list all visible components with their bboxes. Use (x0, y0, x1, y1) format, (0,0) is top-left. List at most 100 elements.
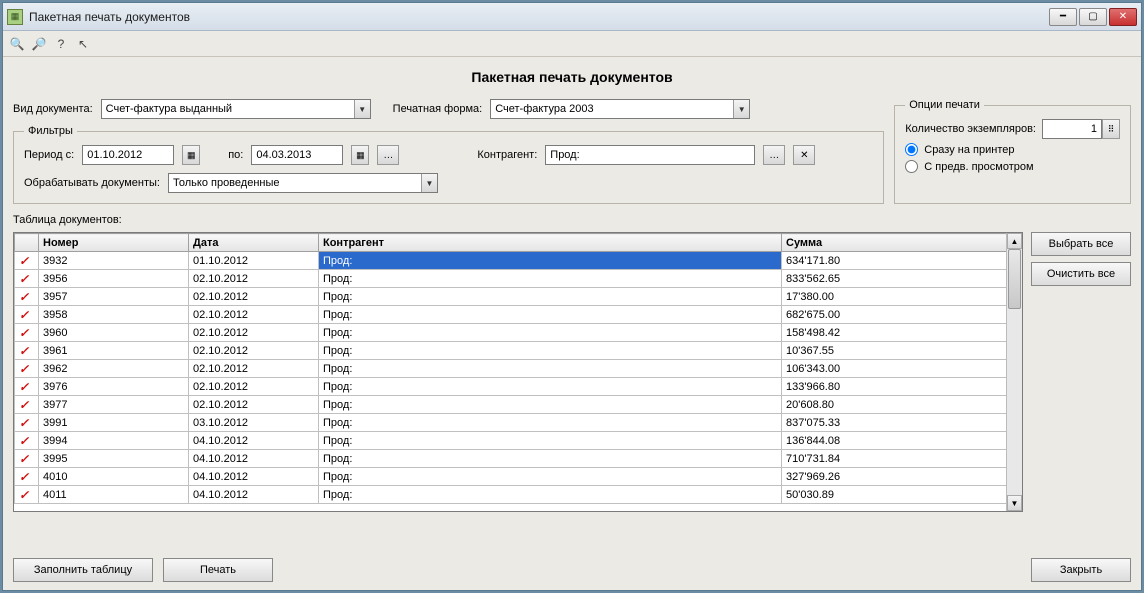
row-counterparty: Прод: (319, 306, 782, 324)
row-counterparty: Прод: (319, 252, 782, 270)
spinner-icon[interactable]: ⠿ (1102, 119, 1120, 139)
print-options-fieldset: Опции печати Количество экземпляров: 1 ⠿… (894, 99, 1131, 204)
row-date: 03.10.2012 (189, 414, 319, 432)
close-window-button[interactable]: ✕ (1109, 8, 1137, 26)
table-row[interactable]: ✓395802.10.2012Прод:682'675.00 (15, 306, 1022, 324)
row-sum: 10'367.55 (782, 342, 1022, 360)
row-sum: 634'171.80 (782, 252, 1022, 270)
print-form-label: Печатная форма: (393, 103, 483, 115)
row-date: 02.10.2012 (189, 396, 319, 414)
cursor-icon[interactable]: ↖ (75, 36, 91, 52)
table-row[interactable]: ✓395602.10.2012Прод:833'562.65 (15, 270, 1022, 288)
row-counterparty: Прод: (319, 432, 782, 450)
row-date: 02.10.2012 (189, 288, 319, 306)
calendar-icon[interactable]: ▦ (351, 145, 369, 165)
table-row[interactable]: ✓399404.10.2012Прод:136'844.08 (15, 432, 1022, 450)
grid-header-date[interactable]: Дата (189, 234, 319, 252)
row-sum: 17'380.00 (782, 288, 1022, 306)
row-date: 04.10.2012 (189, 468, 319, 486)
process-combo[interactable]: Только проведенные ▼ (168, 173, 438, 193)
table-row[interactable]: ✓401104.10.2012Прод:50'030.89 (15, 486, 1022, 504)
row-check-icon[interactable]: ✓ (15, 342, 39, 360)
row-check-icon[interactable]: ✓ (15, 270, 39, 288)
row-sum: 158'498.42 (782, 324, 1022, 342)
radio-preview-input[interactable] (905, 160, 918, 173)
period-ellipsis-button[interactable]: … (377, 145, 399, 165)
grid-header-sum[interactable]: Сумма (782, 234, 1022, 252)
row-number: 3957 (39, 288, 189, 306)
table-row[interactable]: ✓401004.10.2012Прод:327'969.26 (15, 468, 1022, 486)
table-row[interactable]: ✓393201.10.2012Прод:634'171.80 (15, 252, 1022, 270)
chevron-down-icon[interactable]: ▼ (733, 100, 749, 118)
period-from-label: Период с: (24, 149, 74, 161)
table-row[interactable]: ✓396102.10.2012Прод:10'367.55 (15, 342, 1022, 360)
scroll-up-icon[interactable]: ▲ (1007, 233, 1022, 249)
period-to-input[interactable]: 04.03.2013 (251, 145, 343, 165)
period-from-input[interactable]: 01.10.2012 (82, 145, 174, 165)
row-number: 3960 (39, 324, 189, 342)
counterparty-clear-button[interactable]: ✕ (793, 145, 815, 165)
table-row[interactable]: ✓396002.10.2012Прод:158'498.42 (15, 324, 1022, 342)
scrollbar-thumb[interactable] (1008, 249, 1021, 309)
table-row[interactable]: ✓399103.10.2012Прод:837'075.33 (15, 414, 1022, 432)
print-form-combo[interactable]: Счет-фактура 2003 ▼ (490, 99, 750, 119)
table-row[interactable]: ✓397602.10.2012Прод:133'966.80 (15, 378, 1022, 396)
grid-header-counterparty[interactable]: Контрагент (319, 234, 782, 252)
row-check-icon[interactable]: ✓ (15, 414, 39, 432)
row-check-icon[interactable]: ✓ (15, 486, 39, 504)
row-sum: 327'969.26 (782, 468, 1022, 486)
table-row[interactable]: ✓396202.10.2012Прод:106'343.00 (15, 360, 1022, 378)
row-counterparty: Прод: (319, 270, 782, 288)
row-check-icon[interactable]: ✓ (15, 252, 39, 270)
row-date: 04.10.2012 (189, 486, 319, 504)
row-check-icon[interactable]: ✓ (15, 432, 39, 450)
grid-header-number[interactable]: Номер (39, 234, 189, 252)
table-row[interactable]: ✓397702.10.2012Прод:20'608.80 (15, 396, 1022, 414)
row-check-icon[interactable]: ✓ (15, 288, 39, 306)
row-sum: 837'075.33 (782, 414, 1022, 432)
radio-preview[interactable]: С предв. просмотром (905, 160, 1120, 173)
radio-direct-print-input[interactable] (905, 143, 918, 156)
row-check-icon[interactable]: ✓ (15, 378, 39, 396)
toolbar-icon-2[interactable]: 🔎 (31, 36, 47, 52)
scroll-down-icon[interactable]: ▼ (1007, 495, 1022, 511)
row-check-icon[interactable]: ✓ (15, 450, 39, 468)
filters-fieldset: Фильтры Период с: 01.10.2012 ▦ по: 04.03… (13, 125, 884, 204)
maximize-button[interactable]: ▢ (1079, 8, 1107, 26)
radio-direct-print[interactable]: Сразу на принтер (905, 143, 1120, 156)
calendar-icon[interactable]: ▦ (182, 145, 200, 165)
chevron-down-icon[interactable]: ▼ (354, 100, 370, 118)
grid-header-check[interactable] (15, 234, 39, 252)
grid-header-row: Номер Дата Контрагент Сумма (15, 234, 1022, 252)
row-date: 02.10.2012 (189, 378, 319, 396)
select-all-button[interactable]: Выбрать все (1031, 232, 1131, 256)
period-to-label: по: (228, 149, 243, 161)
row-check-icon[interactable]: ✓ (15, 360, 39, 378)
print-button[interactable]: Печать (163, 558, 273, 582)
vertical-scrollbar[interactable]: ▲ ▼ (1006, 233, 1022, 511)
documents-grid[interactable]: Номер Дата Контрагент Сумма ✓393201.10.2… (13, 232, 1023, 512)
minimize-button[interactable]: ━ (1049, 8, 1077, 26)
fill-table-button[interactable]: Заполнить таблицу (13, 558, 153, 582)
row-check-icon[interactable]: ✓ (15, 306, 39, 324)
doc-type-combo[interactable]: Счет-фактура выданный ▼ (101, 99, 371, 119)
table-row[interactable]: ✓399504.10.2012Прод:710'731.84 (15, 450, 1022, 468)
row-check-icon[interactable]: ✓ (15, 396, 39, 414)
row-sum: 50'030.89 (782, 486, 1022, 504)
row-number: 3976 (39, 378, 189, 396)
close-button[interactable]: Закрыть (1031, 558, 1131, 582)
toolbar-icon-1[interactable]: 🔍 (9, 36, 25, 52)
chevron-down-icon[interactable]: ▼ (421, 174, 437, 192)
row-date: 01.10.2012 (189, 252, 319, 270)
toolbar: 🔍 🔎 ? ↖ (3, 31, 1141, 57)
row-check-icon[interactable]: ✓ (15, 324, 39, 342)
row-check-icon[interactable]: ✓ (15, 468, 39, 486)
counterparty-input[interactable]: Прод: (545, 145, 755, 165)
counterparty-ellipsis-button[interactable]: … (763, 145, 785, 165)
copies-input[interactable]: 1 (1042, 119, 1102, 139)
row-date: 02.10.2012 (189, 324, 319, 342)
help-icon[interactable]: ? (53, 36, 69, 52)
clear-all-button[interactable]: Очистить все (1031, 262, 1131, 286)
row-counterparty: Прод: (319, 486, 782, 504)
table-row[interactable]: ✓395702.10.2012Прод:17'380.00 (15, 288, 1022, 306)
